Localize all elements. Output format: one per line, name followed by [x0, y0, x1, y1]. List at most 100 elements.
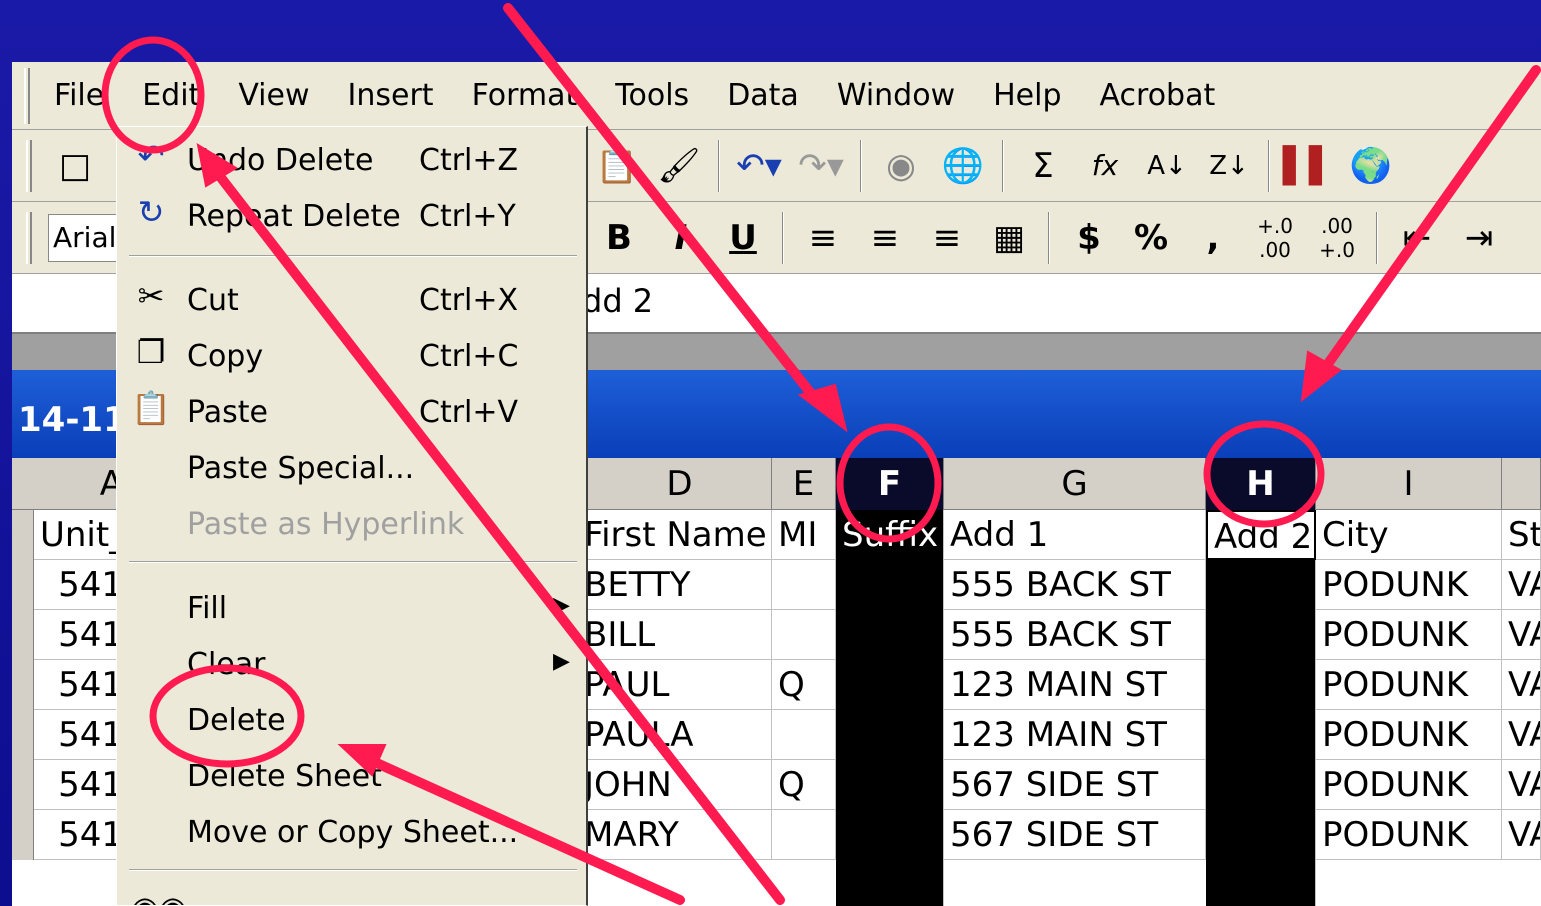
- cell[interactable]: [836, 560, 944, 610]
- cell[interactable]: VA: [1502, 710, 1541, 760]
- cell[interactable]: 567 SIDE ST: [944, 760, 1206, 810]
- menu-item-delete[interactable]: Delete: [117, 693, 586, 745]
- cell[interactable]: [1206, 760, 1316, 810]
- cell[interactable]: 541: [34, 710, 128, 760]
- row-header[interactable]: [12, 810, 34, 860]
- autosum-icon[interactable]: Σ: [1012, 146, 1074, 186]
- cell[interactable]: BILL: [578, 610, 772, 660]
- cell[interactable]: Q: [772, 660, 836, 710]
- menu-tools[interactable]: Tools: [611, 78, 693, 113]
- menu-window[interactable]: Window: [833, 78, 959, 113]
- format-painter-icon[interactable]: 🖌: [648, 146, 710, 186]
- chart-icon[interactable]: ▌▌: [1278, 146, 1340, 186]
- cell[interactable]: MARY: [578, 810, 772, 860]
- bold-button[interactable]: B: [588, 218, 650, 258]
- menu-format[interactable]: Format: [468, 78, 582, 113]
- row-header[interactable]: [12, 760, 34, 810]
- align-left-icon[interactable]: ≡: [792, 218, 854, 258]
- cell[interactable]: PODUNK: [1316, 810, 1502, 860]
- menu-item-fill[interactable]: Fill ▶: [117, 581, 586, 633]
- cell[interactable]: Unit_: [34, 510, 128, 560]
- menu-item-move-copy-sheet[interactable]: Move or Copy Sheet...: [117, 805, 586, 857]
- cell[interactable]: [772, 710, 836, 760]
- cell[interactable]: VA: [1502, 810, 1541, 860]
- cell[interactable]: Suffix: [836, 510, 944, 560]
- menu-insert[interactable]: Insert: [344, 78, 438, 113]
- cell[interactable]: PODUNK: [1316, 610, 1502, 660]
- menu-file[interactable]: File: [50, 78, 108, 113]
- column-header-d[interactable]: D: [588, 458, 772, 510]
- paste-icon[interactable]: 📋: [586, 146, 648, 186]
- column-header-a[interactable]: A: [34, 458, 128, 510]
- cell[interactable]: [836, 810, 944, 860]
- merge-center-icon[interactable]: ▦: [978, 218, 1040, 258]
- cell[interactable]: VA: [1502, 760, 1541, 810]
- menu-item-paste[interactable]: 📋 Paste Ctrl+V: [117, 385, 586, 437]
- row-header[interactable]: [12, 510, 34, 560]
- cell[interactable]: 555 BACK ST: [944, 610, 1206, 660]
- cell[interactable]: [836, 760, 944, 810]
- cell[interactable]: BETTY: [578, 560, 772, 610]
- new-icon[interactable]: □: [44, 146, 106, 186]
- decrease-indent-icon[interactable]: ⇤: [1386, 218, 1448, 258]
- cell[interactable]: 541: [34, 810, 128, 860]
- menu-data[interactable]: Data: [723, 78, 803, 113]
- cell[interactable]: 541: [34, 610, 128, 660]
- cell[interactable]: [836, 860, 944, 906]
- cell[interactable]: City: [1316, 510, 1502, 560]
- cell[interactable]: MI: [772, 510, 836, 560]
- cell[interactable]: 567 SIDE ST: [944, 810, 1206, 860]
- decrease-decimal-icon[interactable]: .00 +.0: [1306, 214, 1368, 262]
- cell[interactable]: JOHN: [578, 760, 772, 810]
- globe-icon[interactable]: 🌐: [932, 146, 994, 186]
- cell[interactable]: [1206, 710, 1316, 760]
- italic-button[interactable]: I: [650, 218, 712, 258]
- cell[interactable]: VA: [1502, 660, 1541, 710]
- row-header[interactable]: [12, 710, 34, 760]
- menu-item-paste-special[interactable]: Paste Special...: [117, 441, 586, 493]
- align-center-icon[interactable]: ≡: [854, 218, 916, 258]
- cell[interactable]: [1206, 560, 1316, 610]
- menu-help[interactable]: Help: [989, 78, 1065, 113]
- align-right-icon[interactable]: ≡: [916, 218, 978, 258]
- cell[interactable]: 541: [34, 560, 128, 610]
- menu-item-clear[interactable]: Clear ▶: [117, 637, 586, 689]
- menu-view[interactable]: View: [234, 78, 313, 113]
- cell[interactable]: [1206, 860, 1316, 906]
- sort-descending-icon[interactable]: Z↓: [1198, 151, 1260, 181]
- redo-icon[interactable]: ↷▾: [790, 146, 852, 186]
- column-header-g[interactable]: G: [944, 458, 1206, 510]
- column-header-i[interactable]: I: [1316, 458, 1502, 510]
- percent-button[interactable]: %: [1120, 218, 1182, 258]
- cell[interactable]: Q: [772, 760, 836, 810]
- increase-indent-icon[interactable]: ⇥: [1448, 218, 1510, 258]
- column-header-e[interactable]: E: [772, 458, 836, 510]
- web-icon[interactable]: ◉: [870, 146, 932, 186]
- currency-button[interactable]: $: [1058, 218, 1120, 258]
- cell[interactable]: VA: [1502, 560, 1541, 610]
- sort-ascending-icon[interactable]: A↓: [1136, 151, 1198, 181]
- comma-button[interactable]: ,: [1182, 218, 1244, 258]
- cell-active[interactable]: Add 2: [1206, 510, 1316, 560]
- cell[interactable]: PODUNK: [1316, 560, 1502, 610]
- row-header[interactable]: [12, 660, 34, 710]
- cell[interactable]: St: [1502, 510, 1541, 560]
- font-name-box[interactable]: Arial: [48, 213, 118, 262]
- cell[interactable]: [772, 810, 836, 860]
- menu-item-find[interactable]: ◉◉: [117, 885, 586, 905]
- cell[interactable]: PODUNK: [1316, 710, 1502, 760]
- map-icon[interactable]: 🌍: [1340, 146, 1402, 186]
- cell[interactable]: [836, 710, 944, 760]
- column-header-f[interactable]: F: [836, 458, 944, 510]
- cell[interactable]: [1206, 810, 1316, 860]
- cell[interactable]: First Name: [578, 510, 772, 560]
- cell[interactable]: [772, 610, 836, 660]
- undo-icon[interactable]: ↶▾: [728, 146, 790, 186]
- cell[interactable]: PODUNK: [1316, 760, 1502, 810]
- menu-item-copy[interactable]: ❐ Copy Ctrl+C: [117, 329, 586, 381]
- cell[interactable]: [1206, 610, 1316, 660]
- cell[interactable]: [1206, 660, 1316, 710]
- menu-item-repeat[interactable]: ↻ Repeat Delete Ctrl+Y: [117, 189, 586, 241]
- cell[interactable]: 123 MAIN ST: [944, 660, 1206, 710]
- row-header[interactable]: [12, 610, 34, 660]
